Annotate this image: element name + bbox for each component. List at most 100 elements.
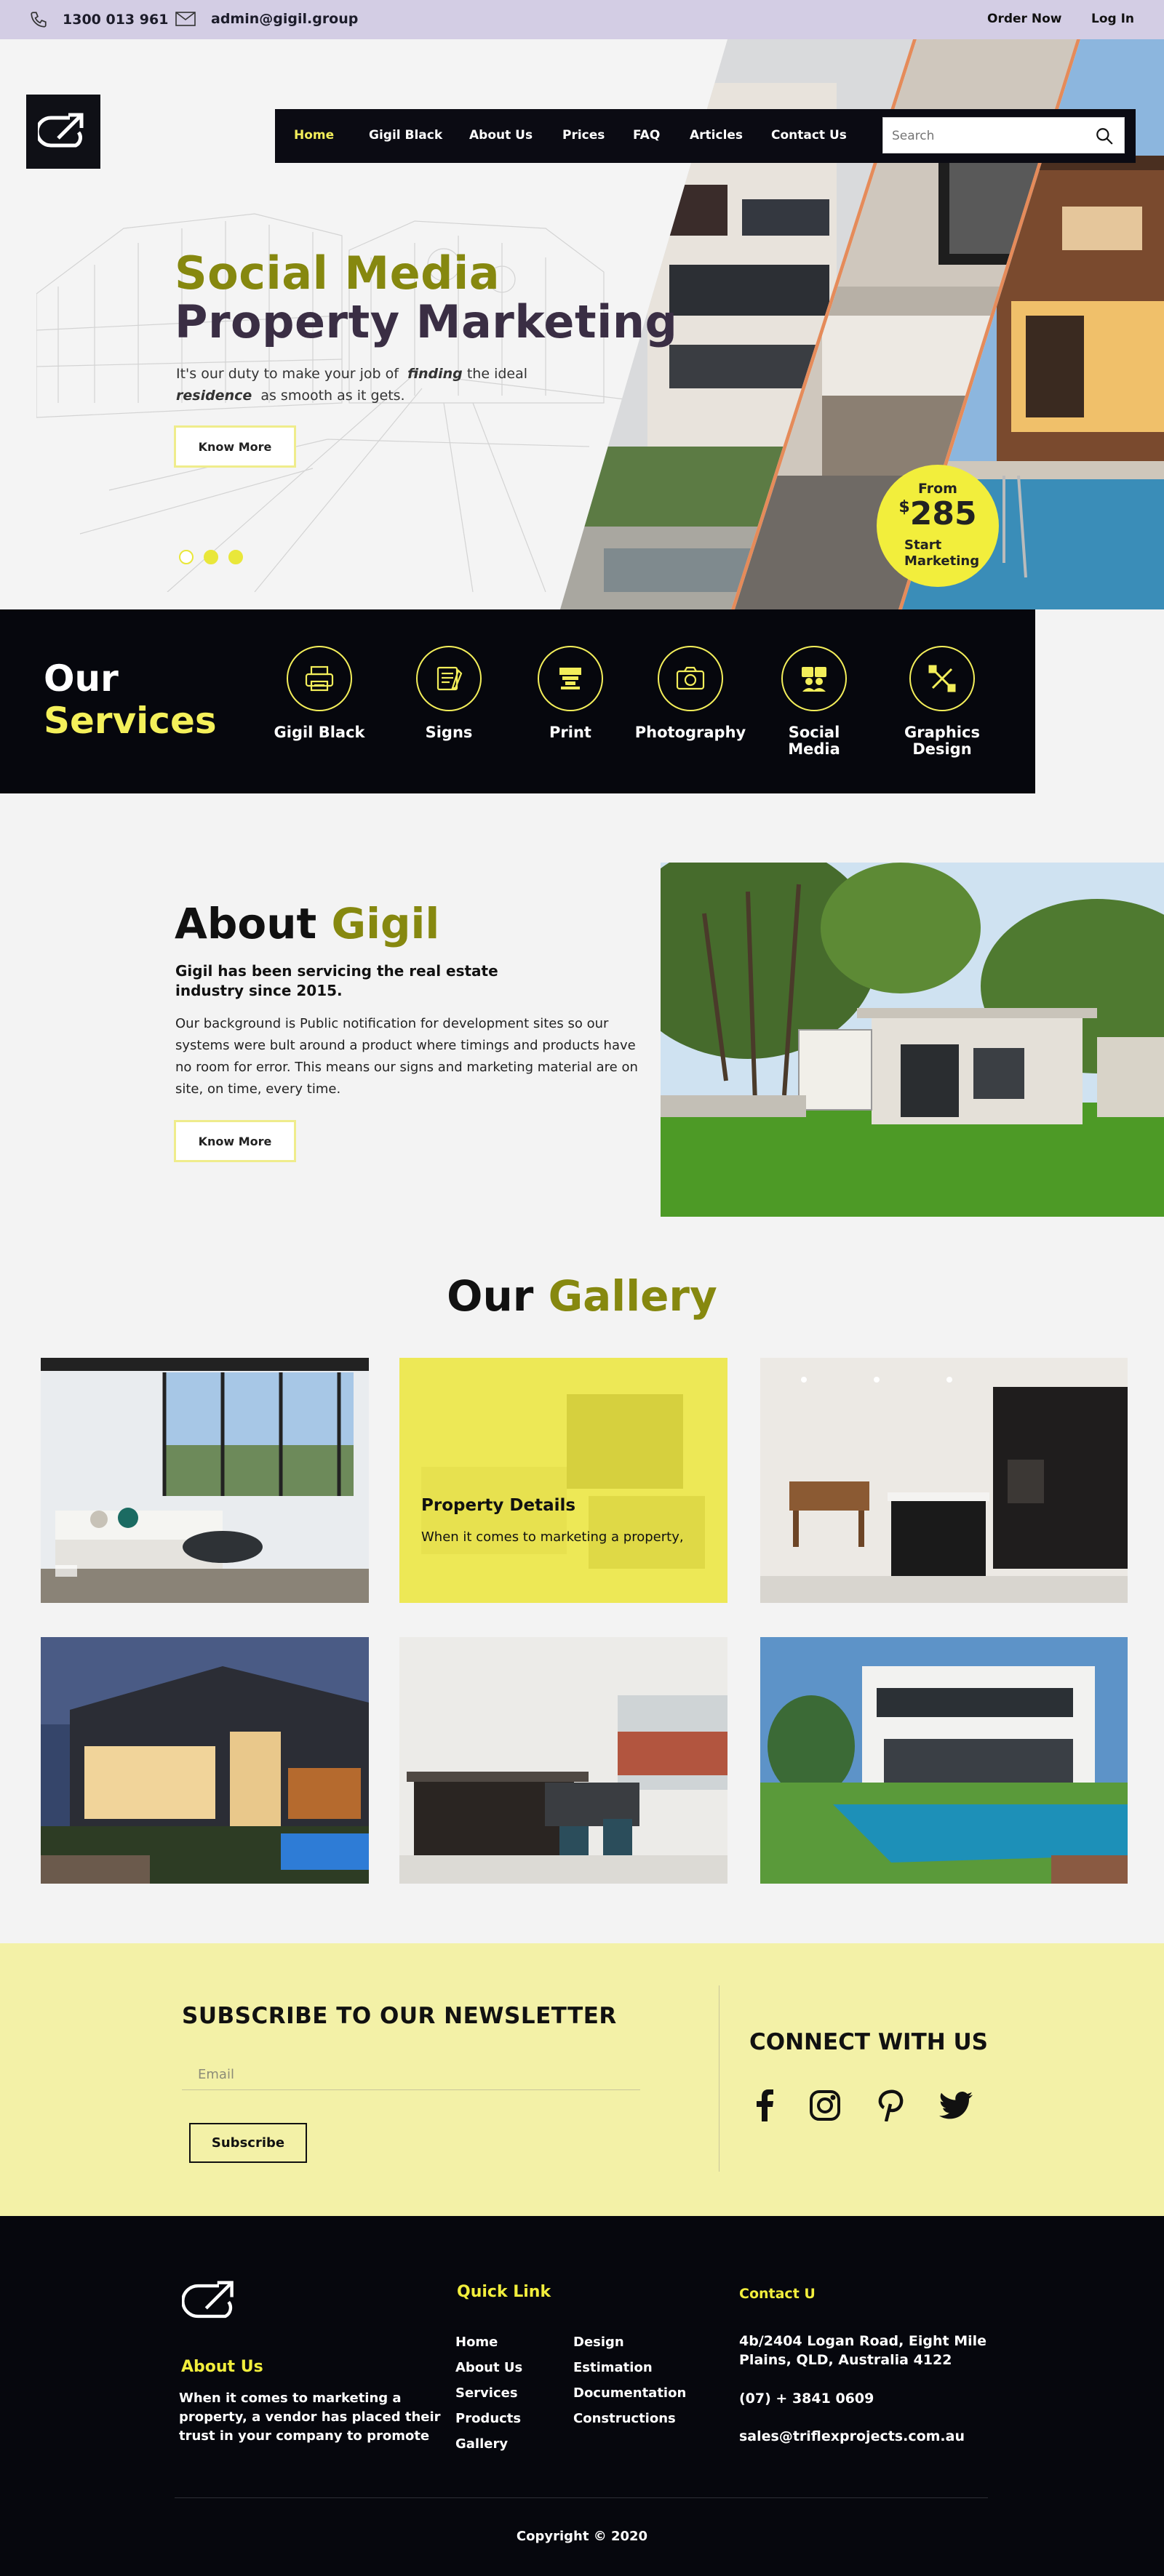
design-tools-icon — [928, 665, 956, 692]
footer-divider — [175, 2497, 988, 2498]
email-address: admin@gigil.group — [211, 11, 359, 27]
facebook-link[interactable] — [746, 2087, 783, 2124]
instagram-icon — [810, 2090, 840, 2121]
site-logo[interactable] — [26, 95, 100, 169]
hero-section: Home Gigil Black About Us Prices FAQ Art… — [0, 39, 1164, 609]
hero-subtitle-emphasis: residence — [176, 388, 252, 404]
footer-link-home[interactable]: Home — [455, 2335, 498, 2350]
instagram-link[interactable] — [807, 2087, 843, 2124]
twitter-link[interactable] — [938, 2087, 974, 2124]
footer-about-text: When it comes to marketing a property, a… — [179, 2391, 441, 2444]
search-icon[interactable] — [1095, 127, 1114, 145]
mail-icon — [175, 12, 196, 26]
order-now-link[interactable]: Order Now — [987, 12, 1061, 26]
service-icon-ring — [416, 646, 482, 711]
hero-title-line1: Social Media — [175, 247, 501, 300]
service-icon-ring — [909, 646, 975, 711]
service-icon-ring — [781, 646, 847, 711]
subscribe-button[interactable]: Subscribe — [189, 2123, 307, 2163]
footer: About Us When it comes to marketing a pr… — [0, 2216, 1164, 2576]
gallery-image[interactable] — [760, 1637, 1128, 1884]
service-social-media[interactable]: Social Media — [752, 646, 876, 758]
gallery-image[interactable] — [41, 1637, 369, 1884]
slider-dot[interactable] — [228, 550, 243, 564]
slider-dot[interactable] — [179, 550, 194, 564]
service-print[interactable]: Print — [509, 646, 632, 741]
service-label: Gigil Black — [274, 724, 365, 741]
pinterest-icon — [878, 2089, 904, 2121]
gallery-title: Our Gallery — [0, 1271, 1164, 1321]
service-label: Signs — [425, 724, 473, 741]
footer-link-documentation[interactable]: Documentation — [573, 2385, 686, 2401]
footer-link-estimation[interactable]: Estimation — [573, 2360, 653, 2375]
nav-faq[interactable]: FAQ — [633, 128, 660, 143]
email-contact[interactable]: admin@gigil.group — [175, 10, 358, 28]
footer-link-about-us[interactable]: About Us — [455, 2360, 522, 2375]
hero-subtitle-part: the ideal — [466, 366, 528, 382]
about-house-photo — [661, 863, 1164, 1217]
about-know-more-button[interactable]: Know More — [174, 1120, 296, 1162]
service-label: Graphics Design — [904, 724, 980, 758]
logo-icon — [38, 113, 84, 148]
gallery-title-a: Our — [447, 1271, 534, 1321]
phone-number: 1300 013 961 — [63, 12, 169, 28]
services-title-line1: Our — [44, 657, 119, 700]
nav-home[interactable]: Home — [294, 128, 334, 143]
nav-about-us[interactable]: About Us — [469, 128, 533, 143]
connect-title: CONNECT WITH US — [749, 2029, 988, 2055]
service-label: Photography — [634, 724, 746, 741]
about-lead: Gigil has been servicing the real estate… — [175, 962, 498, 999]
twitter-icon — [939, 2092, 973, 2119]
print-press-icon — [559, 668, 581, 689]
footer-logo[interactable] — [181, 2278, 242, 2327]
services-title-line2: Services — [44, 700, 217, 742]
service-graphics-design[interactable]: Graphics Design — [880, 646, 1004, 758]
footer-link-constructions[interactable]: Constructions — [573, 2411, 676, 2426]
hero-title-line2: Property Marketing — [175, 295, 678, 348]
log-in-link[interactable]: Log In — [1091, 12, 1134, 26]
service-label: Social Media — [788, 724, 840, 758]
footer-link-gallery[interactable]: Gallery — [455, 2436, 508, 2452]
slider-dot[interactable] — [204, 550, 218, 564]
service-signs[interactable]: Signs — [387, 646, 511, 741]
footer-link-services[interactable]: Services — [455, 2385, 518, 2401]
price-badge[interactable]: From $285 Start Marketing — [877, 465, 999, 587]
printer-icon — [305, 665, 334, 692]
footer-email[interactable]: sales@triflexprojects.com.au — [739, 2427, 1001, 2446]
search-input[interactable] — [892, 127, 1088, 145]
gallery-image[interactable] — [41, 1358, 369, 1603]
hero-subtitle-emphasis: finding — [407, 366, 463, 382]
footer-quick-link-title: Quick Link — [457, 2283, 551, 2301]
nav-gigil-black[interactable]: Gigil Black — [369, 128, 442, 143]
footer-link-design[interactable]: Design — [573, 2335, 624, 2350]
price-badge-amount: $285 — [877, 495, 999, 532]
footer-about-title: About Us — [181, 2358, 263, 2376]
gallery-image[interactable] — [760, 1358, 1128, 1603]
footer-phone[interactable]: (07) + 3841 0609 — [739, 2389, 1001, 2408]
pinterest-link[interactable] — [872, 2087, 909, 2124]
gallery-featured-card[interactable]: Property Details When it comes to market… — [399, 1358, 728, 1603]
footer-link-products[interactable]: Products — [455, 2411, 521, 2426]
service-gigil-black[interactable]: Gigil Black — [258, 646, 381, 741]
hero-subtitle: It's our duty to make your job of findin… — [176, 363, 583, 407]
nav-contact-us[interactable]: Contact Us — [771, 128, 847, 143]
gallery-overlay-title: Property Details — [421, 1496, 576, 1515]
hero-know-more-button[interactable]: Know More — [174, 425, 296, 468]
services-section: Our Services Gigil Black Signs Print Pho… — [0, 609, 1035, 793]
price-badge-from: From — [918, 481, 957, 497]
hero-subtitle-part: as smooth as it gets. — [260, 388, 405, 404]
slider-dots — [179, 550, 243, 564]
footer-contact-title: Contact U — [739, 2286, 816, 2302]
hero-subtitle-part: It's our duty to make your job of — [176, 366, 399, 382]
newsletter-email-input[interactable] — [182, 2060, 640, 2090]
service-icon-ring — [287, 646, 352, 711]
phone-contact[interactable]: 1300 013 961 — [29, 10, 168, 29]
phone-icon — [31, 12, 47, 28]
nav-articles[interactable]: Articles — [690, 128, 743, 143]
service-photography[interactable]: Photography — [629, 646, 752, 741]
people-icon — [802, 667, 826, 692]
price-badge-caption: Start Marketing — [904, 537, 979, 569]
nav-prices[interactable]: Prices — [562, 128, 605, 143]
camera-icon — [676, 666, 705, 690]
gallery-image[interactable] — [399, 1637, 728, 1884]
